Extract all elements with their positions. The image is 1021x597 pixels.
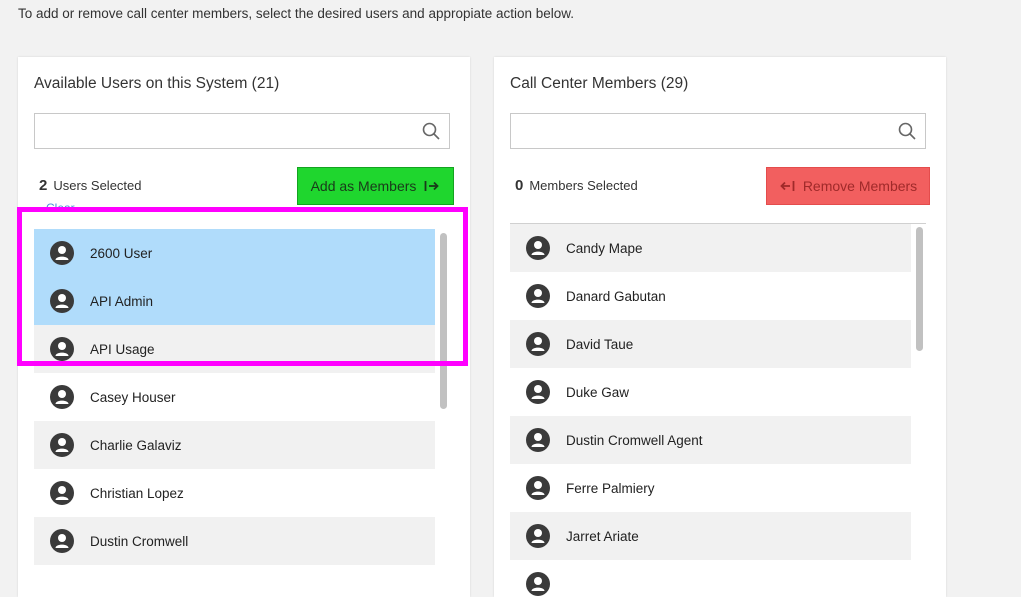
list-item[interactable]: Casey Houser xyxy=(34,373,435,421)
user-avatar-icon xyxy=(526,524,550,548)
instructions-text: To add or remove call center members, se… xyxy=(18,6,575,21)
user-avatar-icon xyxy=(50,529,74,553)
available-users-scrollbar[interactable] xyxy=(440,233,447,409)
user-avatar-icon xyxy=(526,428,550,452)
list-item[interactable]: Duke Gaw xyxy=(510,368,911,416)
list-item[interactable]: David Taue xyxy=(510,320,911,368)
user-name: API Admin xyxy=(90,293,154,309)
remove-members-label: Remove Members xyxy=(802,178,918,194)
user-name: David Taue xyxy=(566,336,634,352)
list-item[interactable]: API Usage xyxy=(34,325,435,373)
add-as-members-label: Add as Members xyxy=(310,178,417,194)
call-center-members-list[interactable]: Candy Mape Danard Gabutan David Taue Duke G… xyxy=(510,223,926,597)
arrow-right-to-bar-icon xyxy=(425,181,440,191)
user-name: API Usage xyxy=(90,341,155,357)
user-avatar-icon xyxy=(526,284,550,308)
user-avatar-icon xyxy=(526,572,550,596)
users-selected-indicator: 2 Users Selected xyxy=(39,177,142,194)
user-name: Christian Lopez xyxy=(90,485,184,501)
user-name: Jarret Ariate xyxy=(566,528,639,544)
user-name: Duke Gaw xyxy=(566,384,630,400)
user-name: Ferre Palmiery xyxy=(566,480,655,496)
user-avatar-icon xyxy=(50,385,74,409)
user-avatar-icon xyxy=(50,433,74,457)
user-name: Danard Gabutan xyxy=(566,288,666,304)
user-avatar-icon xyxy=(50,241,74,265)
user-avatar-icon xyxy=(526,236,550,260)
user-name: Charlie Galaviz xyxy=(90,437,182,453)
user-avatar-icon xyxy=(526,380,550,404)
list-item[interactable]: Jarret Ariate xyxy=(510,512,911,560)
user-name: Casey Houser xyxy=(90,389,176,405)
list-item[interactable]: Dustin Cromwell xyxy=(34,517,435,565)
user-name: Candy Mape xyxy=(566,240,643,256)
remove-members-button[interactable]: Remove Members xyxy=(766,167,930,205)
search-icon[interactable] xyxy=(422,122,440,140)
available-users-list[interactable]: 2600 User API Admin API Usage Casey Houser C… xyxy=(34,229,450,597)
user-avatar-icon xyxy=(526,332,550,356)
list-item[interactable]: Charlie Galaviz xyxy=(34,421,435,469)
user-name: 2600 User xyxy=(90,245,153,261)
members-selected-indicator: 0 Members Selected xyxy=(515,177,638,194)
available-users-panel: Available Users on this System (21) 2 Use… xyxy=(18,57,470,597)
clear-selection-link[interactable]: Clear xyxy=(46,200,75,208)
users-selected-label: Users Selected xyxy=(53,178,142,193)
list-item[interactable]: Danard Gabutan xyxy=(510,272,911,320)
user-avatar-icon xyxy=(526,476,550,500)
members-search-input[interactable] xyxy=(519,114,893,148)
available-users-search[interactable] xyxy=(34,113,450,149)
members-selected-count: 0 xyxy=(515,177,524,194)
list-item[interactable]: Dustin Cromwell Agent xyxy=(510,416,911,464)
add-as-members-button[interactable]: Add as Members xyxy=(297,167,454,205)
available-users-title: Available Users on this System (21) xyxy=(34,75,280,92)
search-icon[interactable] xyxy=(898,122,916,140)
call-center-members-panel: Call Center Members (29) 0 Members Select… xyxy=(494,57,946,597)
list-item[interactable]: 2600 User xyxy=(34,229,435,277)
members-selected-label: Members Selected xyxy=(529,178,638,193)
user-avatar-icon xyxy=(50,289,74,313)
available-users-search-input[interactable] xyxy=(43,114,417,148)
list-item[interactable]: Ferre Palmiery xyxy=(510,464,911,512)
user-avatar-icon xyxy=(50,337,74,361)
list-item[interactable]: API Admin xyxy=(34,277,435,325)
list-item[interactable]: Candy Mape xyxy=(510,224,911,272)
members-search[interactable] xyxy=(510,113,926,149)
users-selected-count: 2 xyxy=(39,177,48,194)
members-scrollbar[interactable] xyxy=(916,227,923,351)
list-item[interactable] xyxy=(510,560,911,597)
arrow-left-from-bar-icon xyxy=(780,181,795,191)
user-name: Dustin Cromwell Agent xyxy=(566,432,703,448)
list-item[interactable]: Christian Lopez xyxy=(34,469,435,517)
call-center-members-title: Call Center Members (29) xyxy=(510,75,689,92)
user-name: Dustin Cromwell xyxy=(90,533,189,549)
user-avatar-icon xyxy=(50,481,74,505)
